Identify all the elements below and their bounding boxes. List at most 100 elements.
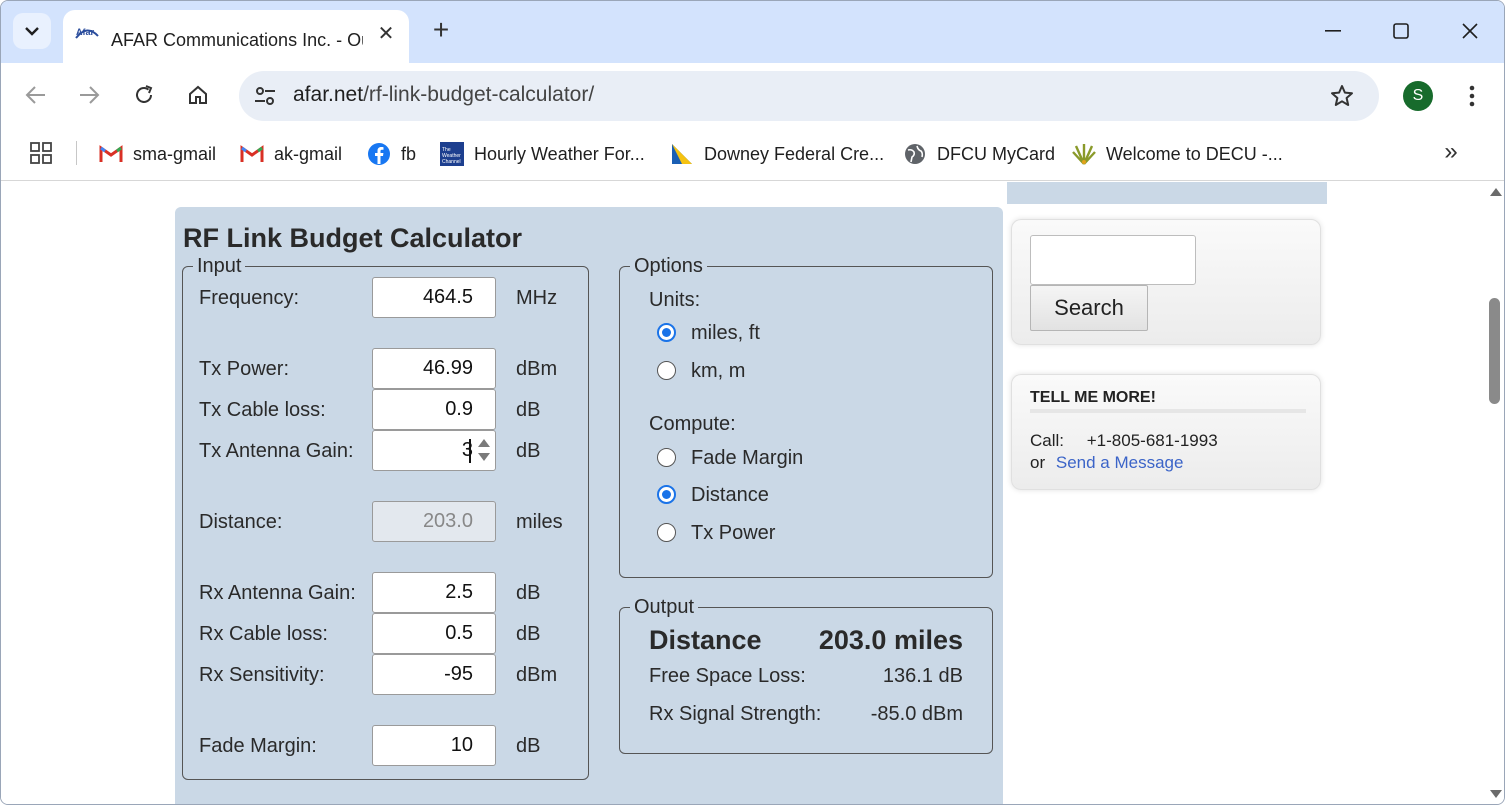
bookmark-star-icon[interactable] <box>1327 81 1357 111</box>
text-caret <box>469 439 471 463</box>
scroll-down-arrow-icon[interactable] <box>1490 790 1502 798</box>
options-legend: Options <box>634 255 703 277</box>
distance-input: 203.0 <box>372 501 496 542</box>
bookmark-fb[interactable]: fb <box>367 139 416 169</box>
bookmarks-separator <box>76 141 77 165</box>
gmail-icon <box>240 143 264 165</box>
compute-label: Compute: <box>649 413 736 435</box>
bookmark-downey-federal[interactable]: Downey Federal Cre... <box>670 139 884 169</box>
output-headline-value: 203.0 miles <box>818 625 963 655</box>
minimize-icon[interactable] <box>1319 17 1347 45</box>
downey-federal-icon <box>670 143 694 165</box>
calculator-title: RF Link Budget Calculator <box>183 223 523 253</box>
maximize-icon[interactable] <box>1387 17 1415 45</box>
bookmark-dfcu-mycard[interactable]: DFCU MyCard <box>903 139 1055 169</box>
frequency-label: Frequency: <box>199 287 300 309</box>
bookmarks-bar: sma-gmail ak-gmail fb The Weather Channel … <box>1 127 1504 181</box>
bookmark-label: Welcome to DECU -... <box>1106 143 1283 164</box>
bookmark-hourly-weather[interactable]: The Weather Channel Hourly Weather For... <box>440 139 645 169</box>
home-icon[interactable] <box>182 79 214 111</box>
fade-margin-input[interactable]: 10 <box>372 725 496 766</box>
chevron-down-icon <box>25 27 39 36</box>
phone-number: +1-805-681-1993 <box>1086 431 1218 450</box>
tx-power-input[interactable]: 46.99 <box>372 348 496 389</box>
rx-antenna-gain-label: Rx Antenna Gain: <box>199 582 356 604</box>
fade-margin-label: Fade Margin: <box>199 735 317 757</box>
units-km-label[interactable]: km, m <box>691 360 745 383</box>
send-message-link[interactable]: Send a Message <box>1056 453 1184 472</box>
rx-sensitivity-label: Rx Sensitivity: <box>199 664 325 686</box>
input-legend: Input <box>197 255 242 277</box>
tell-me-more-heading: TELL ME MORE! <box>1030 389 1156 406</box>
sidebar-top-strip <box>1007 182 1327 204</box>
tab-close-icon[interactable]: ✕ <box>375 23 397 45</box>
bookmarks-overflow-icon[interactable]: » <box>1437 139 1465 167</box>
globe-icon <box>903 143 927 165</box>
browser-toolbar: afar.net/rf-link-budget-calculator/ <box>1 63 1504 127</box>
tab-title: AFAR Communications Inc. - Ou <box>111 30 363 50</box>
active-tab[interactable]: Afar AFAR Communications Inc. - Ou ✕ <box>63 10 409 63</box>
tx-antenna-gain-input[interactable]: 3 <box>372 430 496 471</box>
bookmark-ak-gmail[interactable]: ak-gmail <box>240 139 342 169</box>
address-bar[interactable]: afar.net/rf-link-budget-calculator/ <box>239 71 1379 121</box>
apps-grid-icon[interactable] <box>29 141 55 167</box>
units-miles-label[interactable]: miles, ft <box>691 322 760 345</box>
bookmark-label: Hourly Weather For... <box>474 143 645 164</box>
compute-fade-margin-label[interactable]: Fade Margin <box>691 447 803 470</box>
tx-antenna-gain-value: 3 <box>461 439 473 461</box>
bookmark-welcome-decu[interactable]: Welcome to DECU -... <box>1072 139 1283 169</box>
units-miles-radio[interactable] <box>657 323 676 342</box>
reload-icon[interactable] <box>128 79 160 111</box>
units-km-radio[interactable] <box>657 361 676 380</box>
tx-antenna-gain-unit: dB <box>516 440 541 462</box>
tx-antenna-gain-label: Tx Antenna Gain: <box>199 440 354 462</box>
distance-unit: miles <box>516 511 563 533</box>
rx-signal-strength-value: -85.0 dBm <box>870 703 963 725</box>
tab-search-button[interactable] <box>13 13 51 49</box>
rx-antenna-gain-input[interactable]: 2.5 <box>372 572 496 613</box>
page-scrollbar[interactable] <box>1486 182 1504 804</box>
new-tab-plus-icon[interactable]: + <box>427 16 455 45</box>
rx-sensitivity-unit: dBm <box>516 664 558 686</box>
compute-distance-label[interactable]: Distance <box>691 484 769 507</box>
bookmark-label: ak-gmail <box>274 143 343 164</box>
rx-signal-strength-label: Rx Signal Strength: <box>649 703 822 725</box>
back-arrow-icon[interactable] <box>20 79 52 111</box>
call-line: Call: +1-805-681-1993 <box>1030 431 1218 451</box>
search-button[interactable]: Search <box>1030 285 1148 331</box>
compute-tx-power-radio[interactable] <box>657 523 676 542</box>
tab-strip: Afar AFAR Communications Inc. - Ou ✕ + <box>1 1 1504 63</box>
message-line: or Send a Message <box>1030 453 1183 473</box>
frequency-unit: MHz <box>516 287 558 309</box>
distance-label: Distance: <box>199 511 283 533</box>
tx-cable-loss-input[interactable]: 0.9 <box>372 389 496 430</box>
bookmark-label: Downey Federal Cre... <box>704 143 885 164</box>
rx-cable-loss-unit: dB <box>516 623 541 645</box>
compute-distance-radio[interactable] <box>657 485 676 504</box>
number-spinner-icon[interactable] <box>478 439 490 463</box>
profile-avatar[interactable]: S <box>1403 81 1433 111</box>
bookmark-sma-gmail[interactable]: sma-gmail <box>99 139 216 169</box>
compute-fade-margin-radio[interactable] <box>657 448 676 467</box>
rx-cable-loss-label: Rx Cable loss: <box>199 623 328 645</box>
site-settings-icon[interactable] <box>249 80 281 112</box>
window-close-icon[interactable] <box>1456 17 1484 45</box>
scroll-thumb[interactable] <box>1489 298 1500 404</box>
frequency-input[interactable]: 464.5 <box>372 277 496 318</box>
compute-tx-power-label[interactable]: Tx Power <box>691 522 775 545</box>
bookmark-label: sma-gmail <box>133 143 217 164</box>
decu-icon <box>1072 143 1096 165</box>
rx-cable-loss-input[interactable]: 0.5 <box>372 613 496 654</box>
page-content: RF Link Budget Calculator Input Frequenc… <box>1 182 1486 804</box>
rx-antenna-gain-unit: dB <box>516 582 541 604</box>
scroll-up-arrow-icon[interactable] <box>1490 188 1502 196</box>
forward-arrow-icon[interactable] <box>73 79 105 111</box>
tx-power-unit: dBm <box>516 358 558 380</box>
menu-kebab-icon[interactable] <box>1457 81 1487 111</box>
fade-margin-unit: dB <box>516 735 541 757</box>
search-input[interactable] <box>1030 235 1196 285</box>
rf-calculator-panel: RF Link Budget Calculator Input Frequenc… <box>175 207 1003 804</box>
tx-power-label: Tx Power: <box>199 358 290 380</box>
svg-text:Afar: Afar <box>76 27 95 37</box>
rx-sensitivity-input[interactable]: -95 <box>372 654 496 695</box>
